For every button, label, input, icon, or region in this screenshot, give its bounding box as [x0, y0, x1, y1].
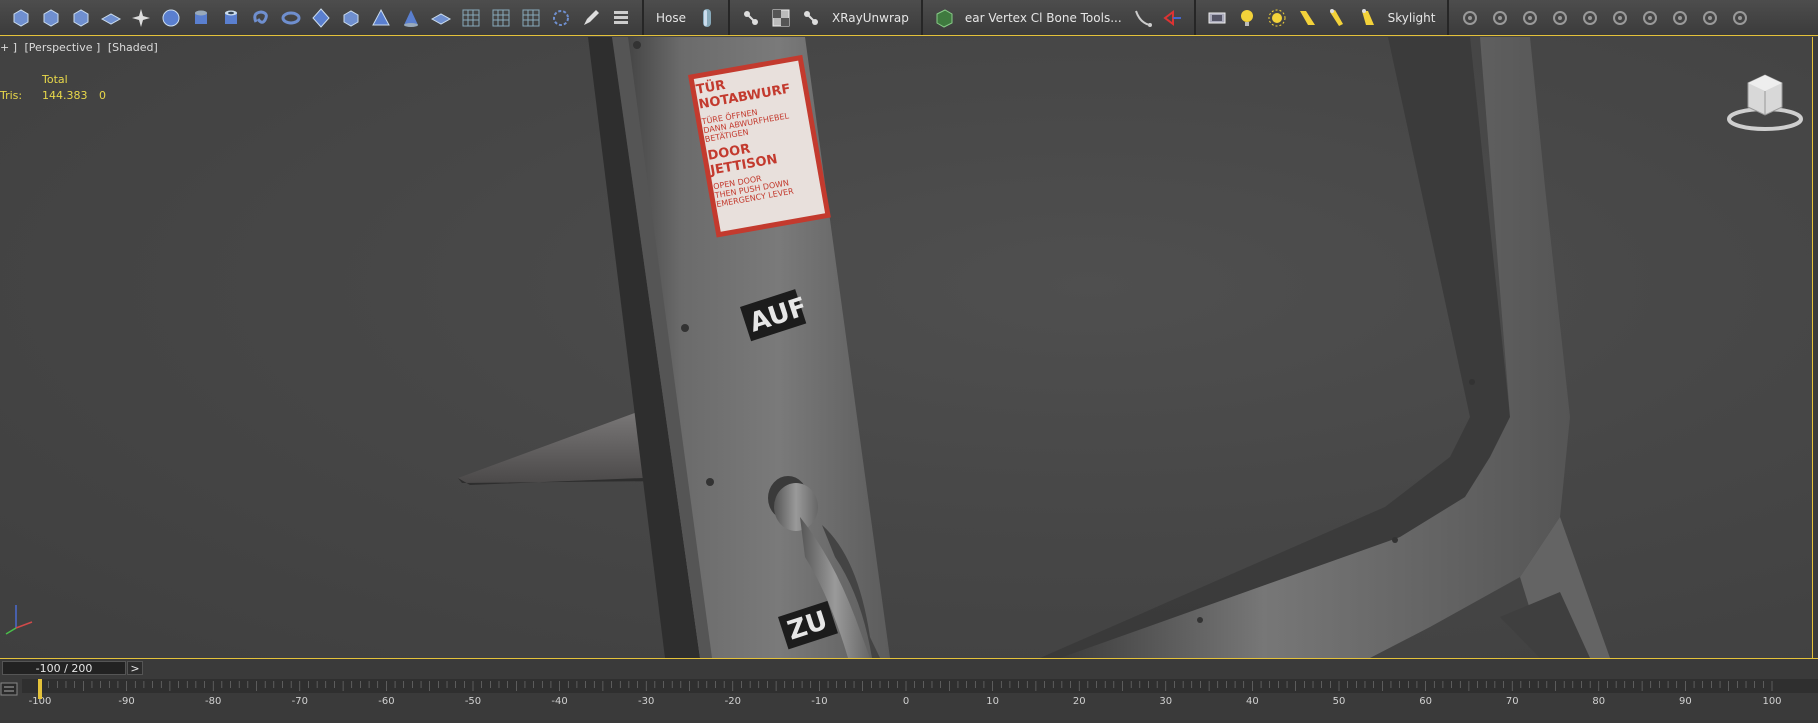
grid-icon[interactable]	[458, 5, 484, 31]
perspective-viewport[interactable]: TÜR NOTABWURF TÜRE ÖFFNEN DANN ABWURFHEB…	[0, 37, 1818, 658]
viewport-right-edge	[1812, 37, 1818, 658]
capsule-icon[interactable]	[694, 5, 720, 31]
stats-header: Total	[42, 72, 68, 86]
scene-render	[5, 37, 1610, 658]
ruler-tick-label: -50	[465, 696, 481, 707]
next-frame-button[interactable]: >	[127, 661, 143, 675]
ruler-tick-label: 40	[1246, 696, 1259, 707]
ruler-tick-label: 100	[1762, 696, 1781, 707]
frame-icon[interactable]	[1667, 5, 1693, 31]
torus-knot-icon[interactable]	[248, 5, 274, 31]
box-icon[interactable]	[8, 5, 34, 31]
time-ruler[interactable]: -100 -90 -80 -70 -60 -50 -40 -30 -20 -10 0 10 20 30 40…	[0, 679, 1818, 723]
hierarchy-icon[interactable]	[1547, 5, 1573, 31]
axis-gizmo	[5, 605, 33, 635]
current-frame-marker[interactable]	[38, 679, 42, 699]
camera-icon[interactable]	[1204, 5, 1230, 31]
vertex-tools-button[interactable]: ear Vertex Cl Bone Tools...	[965, 11, 1122, 25]
grid-icon[interactable]	[488, 5, 514, 31]
box-icon[interactable]	[38, 5, 64, 31]
magnet-icon[interactable]	[1577, 5, 1603, 31]
grid-icon[interactable]	[518, 5, 544, 31]
cylinder-icon[interactable]	[188, 5, 214, 31]
view-cube[interactable]	[1724, 63, 1806, 133]
tris-total: 144.383	[42, 88, 88, 102]
ring-icon[interactable]	[548, 5, 574, 31]
cone-icon[interactable]	[398, 5, 424, 31]
ruler-tick-label: -20	[725, 696, 741, 707]
bone-curve-icon[interactable]	[1130, 5, 1156, 31]
ruler-tick-label: 10	[986, 696, 999, 707]
link-icon[interactable]	[1457, 5, 1483, 31]
sphere-icon[interactable]	[158, 5, 184, 31]
spline-ik-icon[interactable]	[1160, 5, 1186, 31]
hose-button[interactable]: Hose	[656, 11, 686, 25]
create-primitives-group	[0, 0, 644, 35]
tris-selected: 0	[99, 88, 106, 102]
stats-overlay: Total Tris: 144.383 0	[0, 71, 106, 103]
timeline: -100 / 200 > -10 0 -90 -80 -70 -60 -50 -40 -30 -2…	[0, 658, 1818, 723]
ruler-tick-label: 0	[903, 696, 909, 707]
checker-icon[interactable]	[768, 5, 794, 31]
helpers-group	[1449, 0, 1761, 35]
layers-icon[interactable]	[608, 5, 634, 31]
viewport-menu-label[interactable]: + ]	[0, 41, 17, 54]
omni-light-icon[interactable]	[1234, 5, 1260, 31]
pyramid-icon[interactable]	[368, 5, 394, 31]
vertex-tools-group: ear Vertex Cl Bone Tools...	[923, 0, 1196, 35]
viewport-label[interactable]: + ] [Perspective ] [Shaded]	[0, 41, 162, 54]
gear-icon[interactable]	[1637, 5, 1663, 31]
ruler-tick-label: 20	[1073, 696, 1086, 707]
plane-icon[interactable]	[428, 5, 454, 31]
lights-group: Skylight	[1196, 0, 1450, 35]
ruler-tick-label: -90	[118, 696, 134, 707]
viewport-view-label[interactable]: [Perspective ]	[25, 41, 101, 54]
xray-unwrap-button[interactable]: XRayUnwrap	[832, 11, 909, 25]
arc-icon[interactable]	[1607, 5, 1633, 31]
hose-group: Hose	[644, 0, 730, 35]
ruler-tick-label: 80	[1592, 696, 1605, 707]
ruler-tick-label: -60	[378, 696, 394, 707]
ruler-tick-label: 90	[1679, 696, 1692, 707]
eye-icon[interactable]	[1727, 5, 1753, 31]
skylight-button[interactable]: Skylight	[1388, 11, 1436, 25]
jettison-decal-text: TÜR NOTABWURF TÜRE ÖFFNEN DANN ABWURFHEB…	[695, 64, 826, 209]
star-icon[interactable]	[128, 5, 154, 31]
ruler-tick-label: -10	[811, 696, 827, 707]
ruler-tick-label: -40	[551, 696, 567, 707]
viewport-shading-label[interactable]: [Shaded]	[108, 41, 158, 54]
geosphere-icon[interactable]	[308, 5, 334, 31]
box-icon[interactable]	[68, 5, 94, 31]
time-slider[interactable]: -100 / 200	[2, 661, 126, 675]
spot-light-icon[interactable]	[1294, 5, 1320, 31]
free-spot-icon[interactable]	[1324, 5, 1350, 31]
xray-unwrap-icon[interactable]	[798, 5, 824, 31]
plane-icon[interactable]	[98, 5, 124, 31]
bones-icon[interactable]	[738, 5, 764, 31]
skylight-icon[interactable]	[1354, 5, 1380, 31]
main-toolbar: Hose XRayUnwrap ear Vertex Cl Bone Tools…	[0, 0, 1818, 36]
torus-icon[interactable]	[278, 5, 304, 31]
bind-icon[interactable]	[1517, 5, 1543, 31]
green-box-icon[interactable]	[931, 5, 957, 31]
ruler-tick-label: -30	[638, 696, 654, 707]
sun-light-icon[interactable]	[1264, 5, 1290, 31]
ruler-tick-label: 60	[1419, 696, 1432, 707]
unlink-icon[interactable]	[1487, 5, 1513, 31]
ruler-tick-label: -80	[205, 696, 221, 707]
tube-icon[interactable]	[218, 5, 244, 31]
chamfer-box-icon[interactable]	[338, 5, 364, 31]
ruler-tick-label: 50	[1333, 696, 1346, 707]
ruler-tick-label: 30	[1159, 696, 1172, 707]
unwrap-group: XRayUnwrap	[730, 0, 923, 35]
tris-label: Tris:	[0, 88, 23, 102]
gripper-icon[interactable]	[1697, 5, 1723, 31]
pen-icon[interactable]	[578, 5, 604, 31]
ruler-tick-label: -70	[292, 696, 308, 707]
ruler-tick-label: 70	[1506, 696, 1519, 707]
window-frame	[1040, 37, 1610, 658]
